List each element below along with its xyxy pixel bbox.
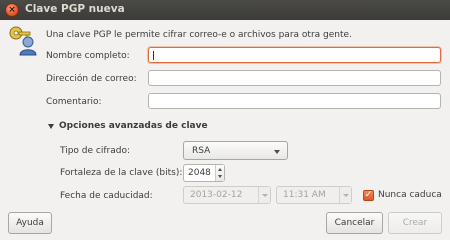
expiry-label: Fecha de caducidad: <box>60 191 153 201</box>
window-title: Clave PGP nueva <box>25 3 125 15</box>
cipher-select[interactable]: RSA <box>183 141 288 160</box>
create-button[interactable]: Crear <box>388 212 442 234</box>
date-dropdown-button[interactable] <box>258 187 270 203</box>
never-expires-checkbox[interactable]: ✓ <box>363 190 374 201</box>
chevron-down-icon <box>343 194 349 197</box>
expiry-date-field[interactable]: 2013-02-12 <box>183 186 271 204</box>
strength-spinner[interactable]: 2048 <box>183 164 225 182</box>
keys-icon <box>9 26 37 56</box>
comment-input[interactable] <box>148 93 441 109</box>
help-button[interactable]: Ayuda <box>8 212 52 234</box>
expiry-time-field[interactable]: 11:31 AM <box>276 186 352 204</box>
advanced-options-expander[interactable]: Opciones avanzadas de clave <box>48 121 208 131</box>
title-bar: × Clave PGP nueva <box>0 0 450 20</box>
expiry-time-value: 11:31 AM <box>283 190 326 200</box>
strength-label: Fortaleza de la clave (bits): <box>60 168 183 178</box>
text-caret <box>153 51 154 60</box>
comment-label: Comentario: <box>46 97 102 107</box>
cipher-value: RSA <box>192 146 211 156</box>
chevron-down-icon <box>262 194 268 197</box>
close-icon[interactable]: × <box>5 3 19 17</box>
expiry-date-value: 2013-02-12 <box>190 190 243 200</box>
spinner-arrows[interactable] <box>215 165 224 181</box>
spin-down-icon[interactable] <box>218 175 222 178</box>
strength-value: 2048 <box>188 168 211 178</box>
name-input[interactable] <box>148 47 441 63</box>
spin-up-icon[interactable] <box>218 168 222 171</box>
cipher-label: Tipo de cifrado: <box>60 146 130 156</box>
email-label: Dirección de correo: <box>46 74 137 84</box>
name-label: Nombre completo: <box>46 51 130 61</box>
time-dropdown-button[interactable] <box>339 187 351 203</box>
never-expires-label[interactable]: Nunca caduca <box>378 190 442 200</box>
email-input[interactable] <box>148 70 441 86</box>
advanced-options-label: Opciones avanzadas de clave <box>59 121 208 131</box>
intro-text: Una clave PGP le permite cifrar correo-e… <box>46 30 352 40</box>
cancel-button[interactable]: Cancelar <box>326 212 383 234</box>
chevron-down-icon <box>274 150 280 154</box>
expander-triangle-icon <box>48 124 54 129</box>
